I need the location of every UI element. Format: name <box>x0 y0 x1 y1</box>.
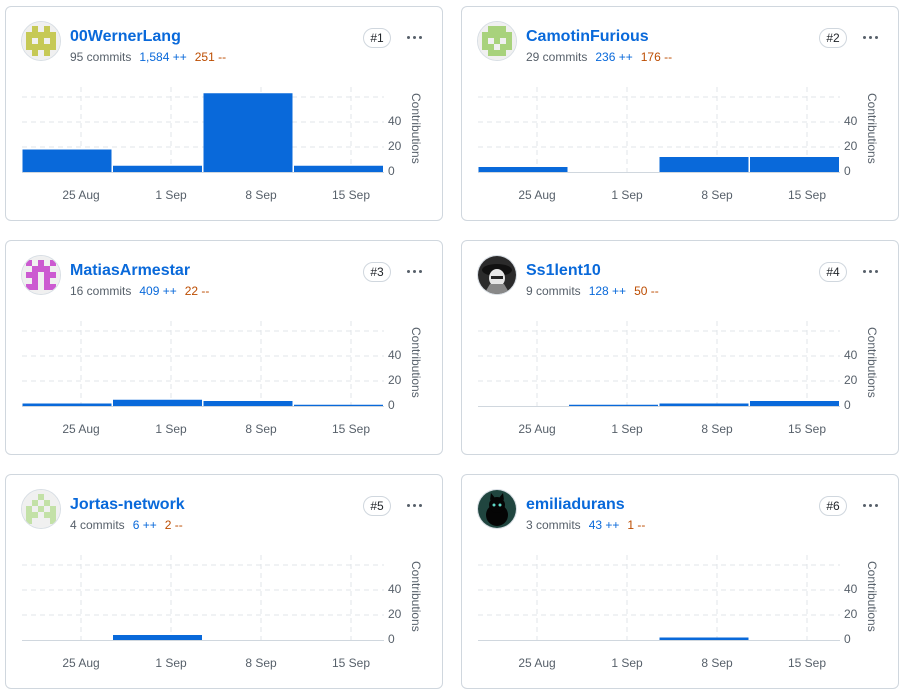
contribution-bar[interactable] <box>750 401 839 406</box>
y-tick-label: 20 <box>388 373 402 387</box>
contributions-chart: 25 Aug 1 Sep 8 Sep 15 Sep 0 20 40 Contributions <box>22 555 423 670</box>
y-axis-label: Contributions <box>409 327 423 398</box>
contribution-bar[interactable] <box>659 403 749 407</box>
contributions-chart: 25 Aug 1 Sep 8 Sep 15 Sep 0 20 40 Contributions <box>478 555 879 670</box>
x-tick-label: 8 Sep <box>245 188 277 202</box>
contributor-card: CamotinFurious 29 commits 236 ++ 176 -- #2 25… <box>461 6 899 221</box>
contributions-chart: 25 Aug 1 Sep 8 Sep 15 Sep 0 20 40 Contributions <box>22 87 423 202</box>
contribution-bar[interactable] <box>569 404 658 406</box>
contributions-chart: 25 Aug 1 Sep 8 Sep 15 Sep 0 20 40 Contributions <box>478 321 879 436</box>
x-tick-label: 1 Sep <box>155 188 187 202</box>
x-tick-label: 15 Sep <box>788 656 826 670</box>
contribution-bar[interactable] <box>659 637 749 641</box>
contribution-bar[interactable] <box>203 401 293 406</box>
x-tick-label: 15 Sep <box>332 422 370 436</box>
x-tick-label: 8 Sep <box>245 422 277 436</box>
y-axis-label: Contributions <box>409 93 423 164</box>
x-tick-label: 15 Sep <box>332 188 370 202</box>
x-tick-label: 25 Aug <box>518 422 555 436</box>
y-axis-label: Contributions <box>865 561 879 632</box>
y-axis-label: Contributions <box>865 327 879 398</box>
y-tick-label: 40 <box>388 348 402 362</box>
y-tick-label: 0 <box>388 164 395 178</box>
y-tick-label: 40 <box>844 348 858 362</box>
contributions-chart: 25 Aug 1 Sep 8 Sep 15 Sep 0 20 40 Contributions <box>22 321 423 436</box>
x-tick-label: 25 Aug <box>62 656 99 670</box>
y-tick-label: 20 <box>388 607 402 621</box>
y-tick-label: 0 <box>844 164 851 178</box>
y-tick-label: 40 <box>844 114 858 128</box>
y-tick-label: 0 <box>388 398 395 412</box>
x-tick-label: 25 Aug <box>62 188 99 202</box>
x-tick-label: 8 Sep <box>701 422 733 436</box>
y-axis-label: Contributions <box>409 561 423 632</box>
x-tick-label: 1 Sep <box>611 656 643 670</box>
contributor-card: Ss1lent10 9 commits 128 ++ 50 -- #4 25 Aug 1 S… <box>461 240 899 455</box>
contribution-bar[interactable] <box>478 167 568 172</box>
y-tick-label: 0 <box>844 632 851 646</box>
contribution-bar[interactable] <box>22 149 112 173</box>
contributor-card: 00WernerLang 95 commits 1,584 ++ 251 -- #1 25… <box>5 6 443 221</box>
y-tick-label: 40 <box>388 114 402 128</box>
x-tick-label: 8 Sep <box>701 656 733 670</box>
x-tick-label: 8 Sep <box>245 656 277 670</box>
y-tick-label: 20 <box>844 607 858 621</box>
x-tick-label: 1 Sep <box>611 188 643 202</box>
x-tick-label: 1 Sep <box>155 656 187 670</box>
y-tick-label: 20 <box>844 373 858 387</box>
contributor-card: emiliadurans 3 commits 43 ++ 1 -- #6 25 Aug 1 … <box>461 474 899 689</box>
x-tick-label: 1 Sep <box>155 422 187 436</box>
contribution-bar[interactable] <box>294 404 383 406</box>
x-tick-label: 25 Aug <box>518 656 555 670</box>
y-tick-label: 40 <box>844 582 858 596</box>
contribution-bar[interactable] <box>750 157 839 172</box>
contribution-bar[interactable] <box>113 635 202 640</box>
x-tick-label: 15 Sep <box>788 188 826 202</box>
x-tick-label: 8 Sep <box>701 188 733 202</box>
x-tick-label: 25 Aug <box>518 188 555 202</box>
contributor-card: Jortas-network 4 commits 6 ++ 2 -- #5 25 Aug 1… <box>5 474 443 689</box>
contribution-bar[interactable] <box>113 165 202 172</box>
contribution-bar[interactable] <box>659 157 749 172</box>
contribution-bar[interactable] <box>294 165 383 172</box>
x-tick-label: 25 Aug <box>62 422 99 436</box>
contributor-card: MatiasArmestar 16 commits 409 ++ 22 -- #3 25 … <box>5 240 443 455</box>
contributions-chart: 25 Aug 1 Sep 8 Sep 15 Sep 0 20 40 Contributions <box>478 87 879 202</box>
x-tick-label: 1 Sep <box>611 422 643 436</box>
x-tick-label: 15 Sep <box>332 656 370 670</box>
y-tick-label: 40 <box>388 582 402 596</box>
y-tick-label: 0 <box>844 398 851 412</box>
contribution-bar[interactable] <box>113 399 202 406</box>
x-tick-label: 15 Sep <box>788 422 826 436</box>
contribution-bar[interactable] <box>203 93 293 172</box>
y-tick-label: 20 <box>844 139 858 153</box>
y-tick-label: 0 <box>388 632 395 646</box>
contribution-bar[interactable] <box>22 403 112 407</box>
y-tick-label: 20 <box>388 139 402 153</box>
y-axis-label: Contributions <box>865 93 879 164</box>
